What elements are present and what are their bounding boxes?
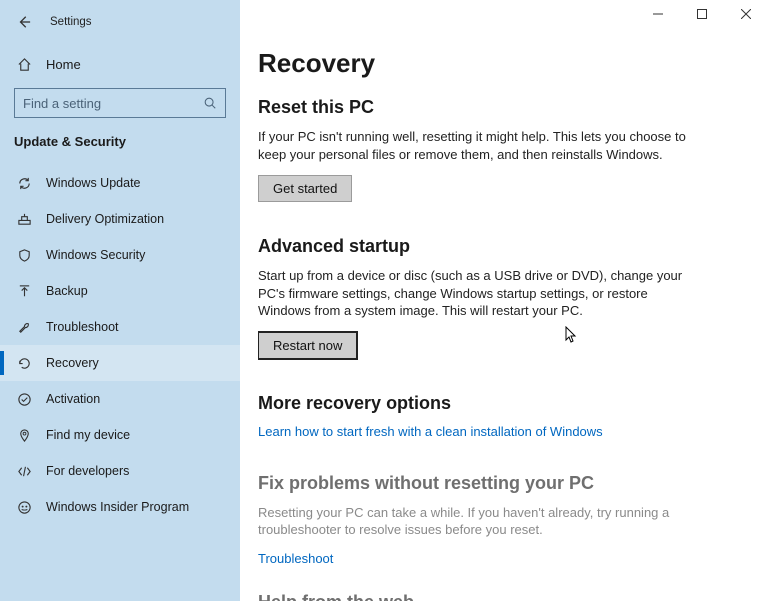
titlebar-left: Settings: [0, 8, 240, 36]
section-reset-pc: Reset this PC If your PC isn't running w…: [258, 97, 744, 202]
main-pane: Recovery Reset this PC If your PC isn't …: [240, 0, 768, 601]
reset-heading: Reset this PC: [258, 97, 744, 118]
section-fix-problems: Fix problems without resetting your PC R…: [258, 473, 744, 566]
app-title: Settings: [50, 16, 92, 28]
wrench-icon: [16, 319, 32, 335]
sidebar-nav: Windows Update Delivery Optimization Win…: [0, 165, 240, 525]
location-icon: [16, 427, 32, 443]
restart-now-button[interactable]: Restart now: [258, 332, 357, 359]
search-icon: [203, 96, 217, 110]
sidebar: Settings Home Update & Security Windows …: [0, 0, 240, 601]
sidebar-section-title: Update & Security: [0, 126, 240, 155]
help-heading: Help from the web: [258, 592, 744, 601]
sidebar-item-windows-security[interactable]: Windows Security: [0, 237, 240, 273]
sidebar-item-label: Troubleshoot: [46, 320, 119, 334]
sidebar-item-troubleshoot[interactable]: Troubleshoot: [0, 309, 240, 345]
sidebar-home[interactable]: Home: [0, 46, 240, 82]
search-input[interactable]: [23, 96, 203, 111]
sidebar-item-label: Windows Update: [46, 176, 141, 190]
close-button[interactable]: [724, 0, 768, 28]
delivery-icon: [16, 211, 32, 227]
minimize-button[interactable]: [636, 0, 680, 28]
developers-icon: [16, 463, 32, 479]
sidebar-item-label: Find my device: [46, 428, 130, 442]
section-more-recovery: More recovery options Learn how to start…: [258, 393, 744, 439]
sidebar-item-windows-update[interactable]: Windows Update: [0, 165, 240, 201]
maximize-icon: [697, 9, 707, 19]
close-icon: [741, 9, 751, 19]
sidebar-item-backup[interactable]: Backup: [0, 273, 240, 309]
sidebar-item-delivery-optimization[interactable]: Delivery Optimization: [0, 201, 240, 237]
page-title: Recovery: [258, 48, 744, 79]
sidebar-item-label: Windows Security: [46, 248, 145, 262]
reset-description: If your PC isn't running well, resetting…: [258, 128, 688, 163]
sidebar-item-label: Recovery: [46, 356, 99, 370]
home-icon: [16, 57, 32, 72]
sidebar-item-activation[interactable]: Activation: [0, 381, 240, 417]
check-circle-icon: [16, 391, 32, 407]
sidebar-item-label: Delivery Optimization: [46, 212, 164, 226]
sidebar-item-find-my-device[interactable]: Find my device: [0, 417, 240, 453]
minimize-icon: [653, 9, 663, 19]
fix-description: Resetting your PC can take a while. If y…: [258, 504, 744, 539]
maximize-button[interactable]: [680, 0, 724, 28]
advanced-description: Start up from a device or disc (such as …: [258, 267, 688, 320]
sidebar-item-label: For developers: [46, 464, 129, 478]
recovery-icon: [16, 355, 32, 371]
sidebar-item-label: Windows Insider Program: [46, 500, 189, 514]
insider-icon: [16, 499, 32, 515]
sidebar-item-label: Activation: [46, 392, 100, 406]
window-controls: [636, 0, 768, 28]
sidebar-home-label: Home: [46, 57, 81, 72]
content-scroll[interactable]: Recovery Reset this PC If your PC isn't …: [258, 0, 768, 601]
backup-icon: [16, 283, 32, 299]
sidebar-item-recovery[interactable]: Recovery: [0, 345, 240, 381]
get-started-button[interactable]: Get started: [258, 175, 352, 202]
back-button[interactable]: [14, 12, 34, 32]
advanced-heading: Advanced startup: [258, 236, 744, 257]
arrow-left-icon: [17, 15, 31, 29]
fix-heading: Fix problems without resetting your PC: [258, 473, 744, 494]
section-help-web: Help from the web: [258, 592, 744, 601]
sidebar-item-for-developers[interactable]: For developers: [0, 453, 240, 489]
start-fresh-link[interactable]: Learn how to start fresh with a clean in…: [258, 424, 744, 439]
sync-icon: [16, 175, 32, 191]
sidebar-item-windows-insider[interactable]: Windows Insider Program: [0, 489, 240, 525]
shield-icon: [16, 247, 32, 263]
search-box[interactable]: [14, 88, 226, 118]
section-advanced-startup: Advanced startup Start up from a device …: [258, 236, 744, 359]
troubleshoot-link[interactable]: Troubleshoot: [258, 551, 744, 566]
more-heading: More recovery options: [258, 393, 744, 414]
sidebar-item-label: Backup: [46, 284, 88, 298]
